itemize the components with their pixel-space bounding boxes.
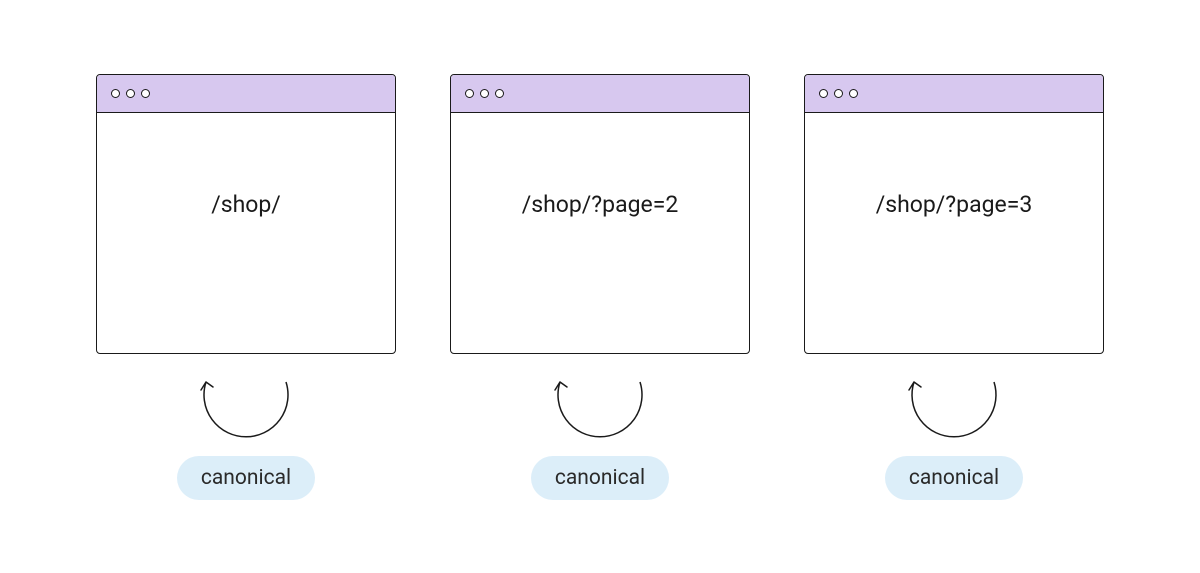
self-arrow-icon (530, 370, 670, 456)
canonical-badge: canonical (177, 456, 315, 500)
browser-body: /shop/ (97, 113, 395, 353)
browser-title-bar (97, 75, 395, 113)
browser-column-1: /shop/ canonical (96, 74, 396, 500)
window-dot-icon (111, 89, 120, 98)
window-dot-icon (465, 89, 474, 98)
browser-window: /shop/ (96, 74, 396, 354)
browser-title-bar (805, 75, 1103, 113)
self-arrow-icon (176, 370, 316, 456)
self-arrow-icon (884, 370, 1024, 456)
canonical-badge: canonical (531, 456, 669, 500)
window-dot-icon (495, 89, 504, 98)
browser-title-bar (451, 75, 749, 113)
url-text: /shop/ (211, 191, 281, 218)
canonical-badge: canonical (885, 456, 1023, 500)
diagram-container: /shop/ canonical /shop/?page=2 (96, 74, 1104, 500)
window-dot-icon (480, 89, 489, 98)
window-dot-icon (126, 89, 135, 98)
browser-window: /shop/?page=3 (804, 74, 1104, 354)
url-text: /shop/?page=2 (522, 191, 679, 218)
browser-window: /shop/?page=2 (450, 74, 750, 354)
window-dot-icon (834, 89, 843, 98)
url-text: /shop/?page=3 (876, 191, 1033, 218)
window-dot-icon (141, 89, 150, 98)
window-dot-icon (819, 89, 828, 98)
browser-body: /shop/?page=3 (805, 113, 1103, 353)
browser-column-3: /shop/?page=3 canonical (804, 74, 1104, 500)
window-dot-icon (849, 89, 858, 98)
browser-column-2: /shop/?page=2 canonical (450, 74, 750, 500)
browser-body: /shop/?page=2 (451, 113, 749, 353)
